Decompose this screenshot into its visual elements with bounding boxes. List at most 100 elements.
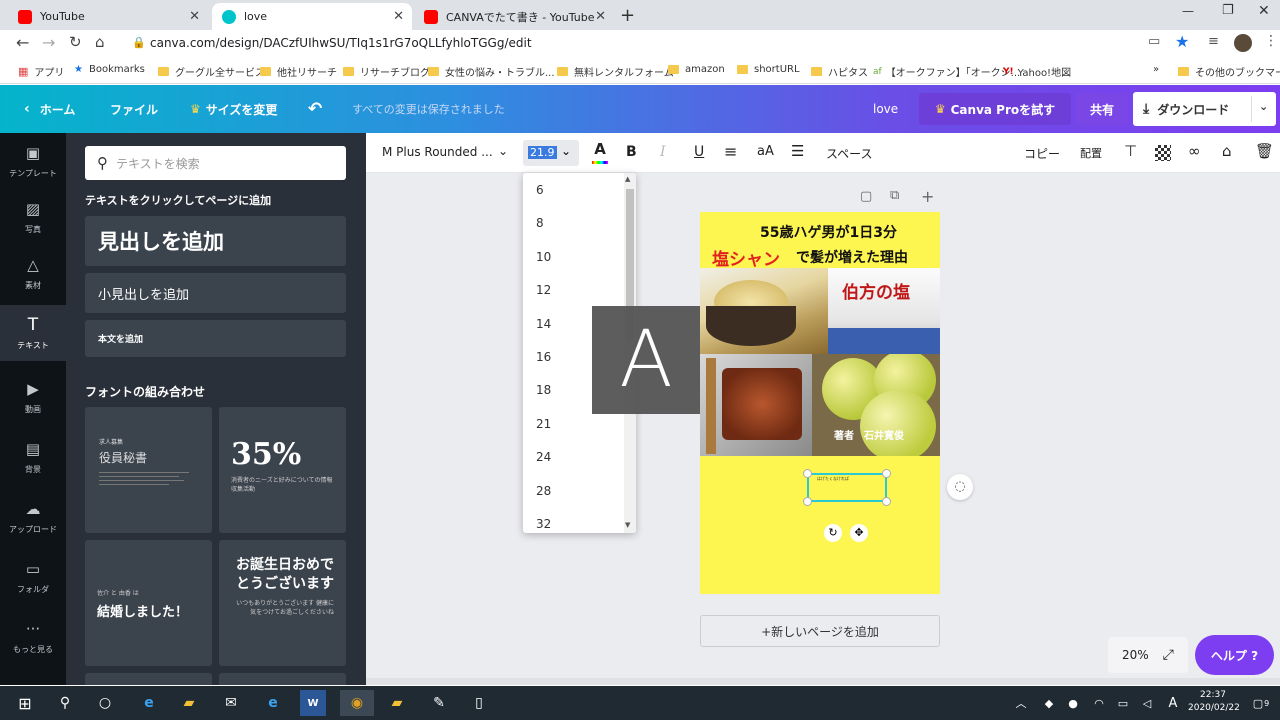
rail-video[interactable]: ▶ 動画 — [0, 369, 66, 425]
chevron-down-icon[interactable]: ⌄ — [498, 144, 508, 158]
ime-indicator[interactable]: A — [1160, 690, 1186, 716]
rail-upload[interactable]: ☁ アップロード — [0, 489, 66, 545]
minimize-button[interactable]: — — [1182, 4, 1194, 18]
bookmark-item[interactable]: 女性の悩み・トラブル... — [428, 64, 555, 79]
new-tab-button[interactable]: + — [620, 5, 635, 26]
battery-icon[interactable]: ▭ — [1110, 690, 1136, 716]
rail-text[interactable]: T テキスト — [0, 305, 66, 361]
combo-card[interactable]: 佐介 と 由香 は 結婚しました！ — [85, 540, 212, 666]
resize-handle[interactable] — [803, 497, 812, 506]
bookmark-item[interactable]: af 【オークファン】｢オークシ... — [873, 64, 1020, 80]
italic-button[interactable]: I — [660, 144, 666, 160]
download-button[interactable]: ⤓ ダウンロード ⌄ — [1133, 92, 1276, 126]
rail-photos[interactable]: ▨ 写真 — [0, 189, 66, 245]
font-size-option[interactable]: 21 — [536, 417, 551, 431]
photo-apples[interactable]: 著者 石井寛俊 — [812, 354, 940, 456]
security-icon[interactable]: ● — [1060, 690, 1086, 716]
undo-icon[interactable]: ↶ — [308, 85, 322, 133]
move-icon[interactable]: ✥ — [850, 524, 868, 542]
bookmark-item[interactable]: 無料レンタルフォーム — [557, 64, 674, 79]
resize-handle[interactable] — [882, 497, 891, 506]
font-size-option[interactable]: 6 — [536, 183, 544, 197]
help-button[interactable]: ヘルプ ? — [1195, 635, 1274, 675]
bookmark-item[interactable]: ハピタス — [811, 64, 868, 79]
close-icon[interactable]: ✕ — [393, 9, 404, 24]
bookmarks-more-button[interactable]: » — [1153, 64, 1159, 75]
underline-button[interactable]: U — [694, 144, 704, 160]
photo-rice[interactable] — [700, 268, 828, 354]
add-icon[interactable]: + — [921, 187, 934, 206]
bold-button[interactable]: B — [626, 144, 637, 160]
bookmark-apps[interactable]: ▦ アプリ — [18, 64, 64, 79]
close-window-button[interactable]: ✕ — [1258, 3, 1270, 19]
photo-food[interactable] — [700, 354, 812, 456]
selected-textbox[interactable]: はげたくなければ — [803, 469, 891, 506]
combo-card[interactable]: 35% 消費者のニーズと好みについての情報収集活動 — [219, 407, 346, 533]
comment-icon[interactable]: ◌ — [947, 474, 973, 500]
resize-handle[interactable] — [882, 469, 891, 478]
font-size-option[interactable]: 10 — [536, 250, 551, 264]
font-size-option[interactable]: 14 — [536, 317, 551, 331]
bookmark-item[interactable]: リサーチブログ — [343, 64, 430, 79]
copy-style-button[interactable]: コピー — [1024, 145, 1060, 162]
add-heading-button[interactable]: 見出しを追加 — [85, 216, 346, 266]
windows-start-icon[interactable]: ⊞ — [12, 690, 38, 716]
horizontal-scrollbar[interactable] — [366, 678, 1280, 685]
text-color-button[interactable]: A — [592, 140, 608, 166]
cortana-icon[interactable]: ○ — [92, 690, 118, 716]
rail-background[interactable]: ▤ 背景 — [0, 429, 66, 485]
scroll-down-icon[interactable]: ▼ — [625, 521, 630, 529]
combo-card[interactable]: 求人募集 役員秘書 — [85, 407, 212, 533]
zoom-control[interactable]: 20% ⤢ — [1108, 637, 1188, 673]
close-icon[interactable]: ✕ — [189, 9, 200, 24]
font-size-option[interactable]: 32 — [536, 517, 551, 531]
rail-templates[interactable]: ▣ テンプレート — [0, 133, 66, 189]
add-body-button[interactable]: 本文を追加 — [85, 320, 346, 357]
rail-elements[interactable]: △ 素材 — [0, 245, 66, 301]
resize-handle[interactable] — [803, 469, 812, 478]
combo-card[interactable] — [219, 673, 346, 685]
bookmark-item[interactable]: Y! Yahoo!地図 — [1003, 64, 1071, 80]
forward-icon[interactable]: → — [42, 33, 55, 52]
edge-icon[interactable]: e — [260, 690, 286, 716]
align-center-icon[interactable]: ≡ — [724, 142, 737, 161]
add-page-button[interactable]: +新しいページを追加 — [700, 615, 940, 647]
font-select[interactable]: M Plus Rounded ... — [382, 145, 493, 159]
bookmark-item[interactable]: ★ Bookmarks — [74, 64, 145, 75]
avatar[interactable] — [1234, 34, 1252, 52]
reload-icon[interactable]: ↻ — [69, 33, 82, 51]
case-button[interactable]: aA — [757, 144, 774, 159]
page-title-line1[interactable]: 55歳ハゲ男が1日3分 — [760, 222, 897, 242]
bookmark-item[interactable]: shortURL — [737, 64, 800, 75]
canva-pro-button[interactable]: ♛ Canva Proを試す — [919, 93, 1071, 125]
tab-love[interactable]: love ✕ — [212, 3, 412, 30]
link-icon[interactable]: ∞ — [1188, 142, 1201, 160]
resize-button[interactable]: ♛ サイズを変更 — [190, 85, 277, 133]
duplicate-icon[interactable]: ⧉ — [890, 188, 899, 203]
other-bookmarks[interactable]: その他のブックマーク — [1178, 64, 1280, 79]
document-icon[interactable]: ▯ — [466, 690, 492, 716]
list-icon[interactable]: ☰ — [791, 142, 804, 160]
share-button[interactable]: 共有 — [1076, 93, 1128, 125]
explorer-icon[interactable]: ▰ — [176, 690, 202, 716]
home-icon[interactable]: ⌂ — [95, 33, 105, 51]
mail-icon[interactable]: ✉ — [218, 690, 244, 716]
font-size-option[interactable]: 28 — [536, 484, 551, 498]
bookmark-item[interactable]: グーグル全サービス — [158, 64, 265, 79]
font-size-option[interactable]: 24 — [536, 450, 551, 464]
arrange-button[interactable]: 配置 — [1080, 145, 1102, 161]
close-icon[interactable]: ✕ — [595, 9, 606, 24]
note-icon[interactable]: ▢ — [860, 189, 872, 204]
back-icon[interactable]: ← — [16, 33, 29, 52]
media-icon[interactable]: ≡ — [1208, 34, 1219, 49]
rail-folder[interactable]: ▭ フォルダ — [0, 549, 66, 605]
menu-icon[interactable]: ⋮ — [1264, 33, 1278, 49]
spacing-button[interactable]: スペース — [826, 145, 873, 162]
ie-icon[interactable]: e — [136, 690, 162, 716]
dropbox-icon[interactable]: ◆ — [1036, 690, 1062, 716]
design-name[interactable]: love — [873, 85, 898, 133]
bookmark-star-icon[interactable]: ★ — [1175, 32, 1189, 51]
combo-card[interactable]: お誕生日おめでとうございます いつもありがとうございます 健康に気をつけてお過ご… — [219, 540, 346, 666]
add-subheading-button[interactable]: 小見出しを追加 — [85, 273, 346, 313]
photo-salt[interactable]: 伯方の塩 — [828, 268, 940, 354]
